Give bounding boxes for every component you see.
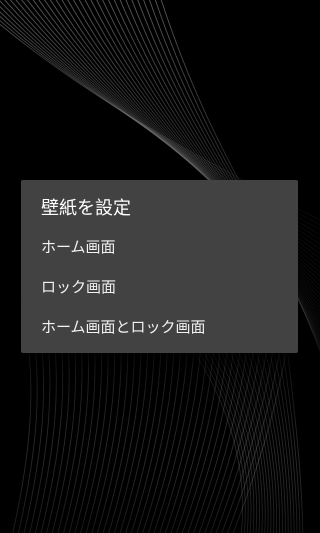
screen: 壁紙を設定 ホーム画面 ロック画面 ホーム画面とロック画面 xyxy=(0,0,320,533)
option-home-and-lock-screen[interactable]: ホーム画面とロック画面 xyxy=(21,307,298,347)
option-lock-screen[interactable]: ロック画面 xyxy=(21,267,298,307)
dialog-title: 壁紙を設定 xyxy=(41,198,131,219)
option-home-screen[interactable]: ホーム画面 xyxy=(21,227,298,267)
set-wallpaper-dialog: 壁紙を設定 ホーム画面 ロック画面 ホーム画面とロック画面 xyxy=(21,180,298,353)
